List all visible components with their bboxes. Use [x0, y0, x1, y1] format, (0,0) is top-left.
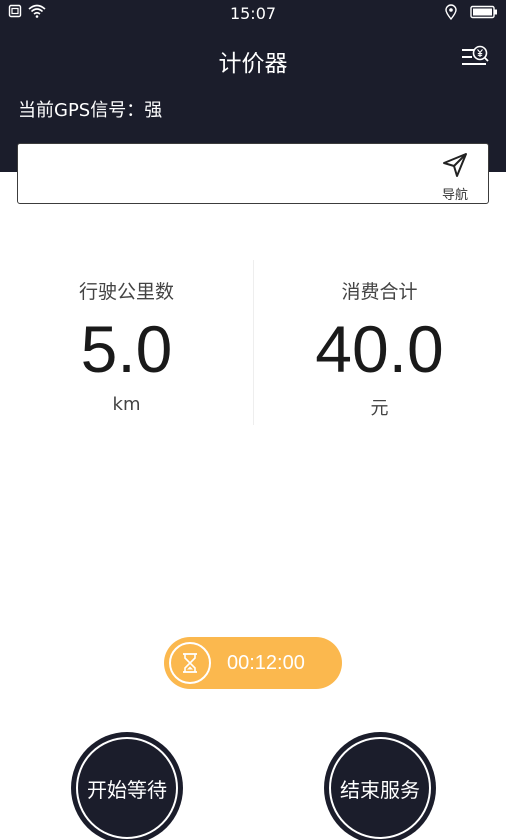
status-bar: 15:07 — [0, 0, 506, 26]
distance-stat: 行驶公里数 5.0 km — [0, 260, 253, 415]
navigation-label: 导航 — [441, 188, 468, 203]
destination-input[interactable]: 导航 — [17, 143, 489, 204]
distance-value: 5.0 — [80, 312, 173, 386]
cost-label: 消费合计 — [341, 281, 418, 303]
gps-label: 当前GPS信号： — [18, 100, 145, 121]
page-title: 计价器 — [218, 51, 288, 77]
cost-value: 40.0 — [315, 312, 444, 386]
battery-icon — [470, 5, 498, 23]
cost-unit: 元 — [370, 398, 389, 419]
status-time: 15:07 — [229, 4, 277, 23]
end-service-label: 结束服务 — [329, 737, 431, 839]
start-wait-label: 开始等待 — [76, 737, 178, 839]
distance-label: 行驶公里数 — [78, 281, 174, 303]
wait-timer: 00:12:00 — [164, 637, 342, 689]
location-icon — [444, 4, 458, 24]
status-right — [444, 4, 498, 24]
navigation-arrow-icon — [442, 152, 468, 182]
trip-stats: 行驶公里数 5.0 km 消费合计 40.0 元 — [0, 260, 506, 425]
navigation-button[interactable]: 导航 — [438, 152, 472, 203]
hourglass-icon — [169, 642, 211, 684]
gps-value: 强 — [144, 100, 163, 121]
cost-stat: 消费合计 40.0 元 — [253, 260, 506, 420]
fee-list-button[interactable] — [460, 44, 490, 72]
end-service-button[interactable]: 结束服务 — [324, 732, 436, 840]
start-wait-button[interactable]: 开始等待 — [71, 732, 183, 840]
gps-status: 当前GPS信号： 强 — [18, 96, 162, 122]
distance-unit: km — [112, 394, 141, 415]
timer-value: 00:12:00 — [227, 651, 305, 674]
fee-list-icon — [460, 45, 490, 76]
